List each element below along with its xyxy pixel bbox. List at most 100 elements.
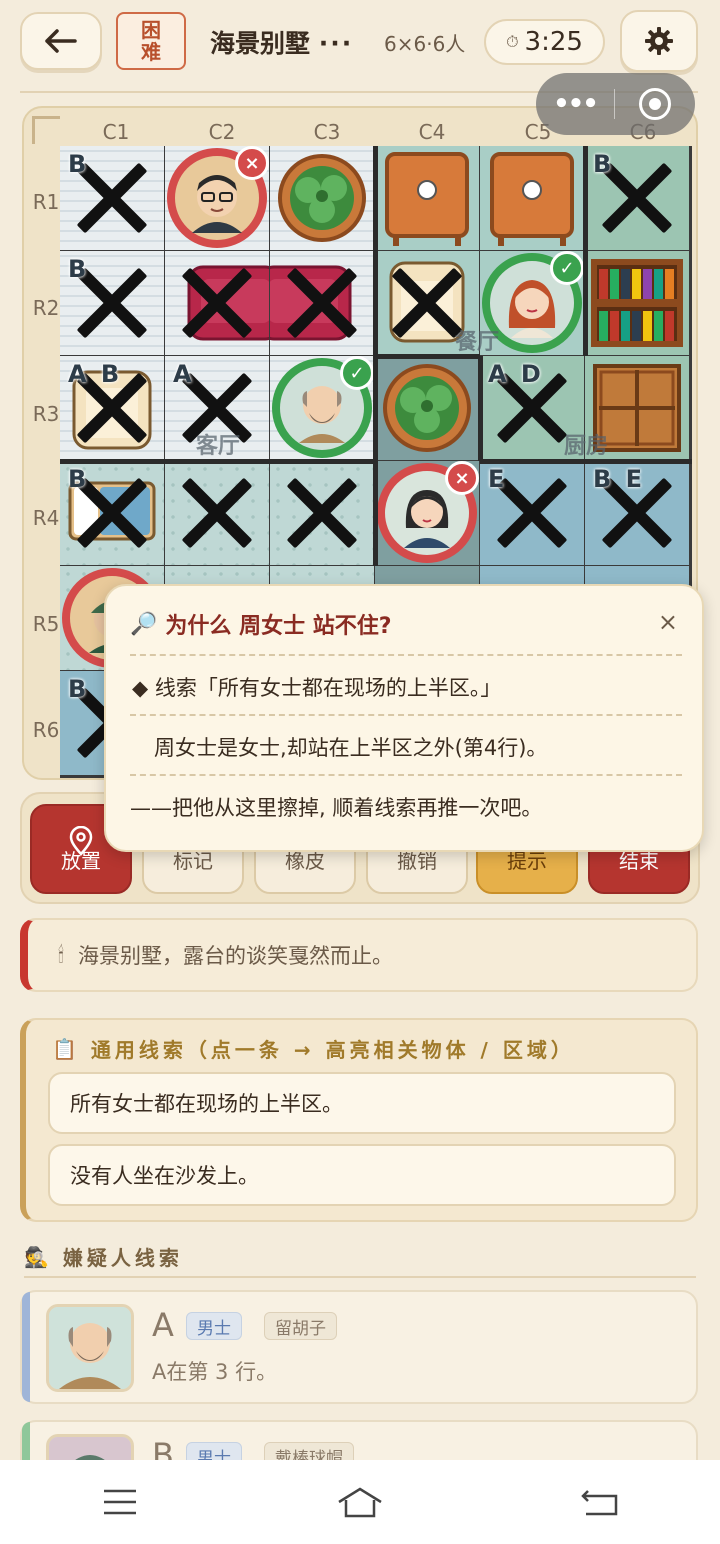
col-label-c1: C1 (102, 120, 130, 144)
cross-mark (284, 265, 360, 341)
cell-r3c4[interactable] (375, 356, 479, 460)
cell-r2c6[interactable] (585, 251, 689, 355)
more-options-icon[interactable]: ••• (536, 89, 614, 119)
title-more: ··· (318, 29, 354, 58)
suspect-clue: A在第 3 行。 (152, 1360, 278, 1384)
map-pin-icon (69, 826, 93, 856)
cell-r2c1[interactable]: B (60, 251, 164, 355)
divider (130, 774, 682, 776)
candle-icon: 🕯 (58, 942, 64, 967)
home-icon[interactable] (330, 1482, 390, 1522)
page-title: 海景别墅 ··· (210, 24, 353, 60)
row-label-r3: R3 (32, 402, 60, 426)
cell-r2c2[interactable] (165, 251, 269, 355)
cell-r1c4[interactable] (375, 146, 479, 250)
col-label-c3: C3 (313, 120, 341, 144)
difficulty-line-2: 难 (141, 40, 161, 64)
cell-r1c1[interactable]: B (60, 146, 164, 250)
bald-man-beard-portrait-icon (49, 1307, 131, 1389)
title-text: 海景别墅 (210, 29, 311, 58)
board-corner (32, 116, 60, 144)
magnifier-icon: 🔎 (130, 611, 158, 637)
cell-tags: E (488, 465, 508, 493)
hint-popup: 🔎 为什么 周女士 站不住? × ◆ 线索「所有女士都在现场的上半区。」 周女士… (104, 584, 704, 852)
cell-tags: B (68, 150, 90, 178)
cell-r1c3[interactable] (270, 146, 374, 250)
cell-r4c5[interactable]: E (480, 461, 584, 565)
room-label-dining: 餐厅 (455, 330, 500, 355)
stopwatch-icon: ⏱ (506, 32, 519, 51)
cell-tags: B E (593, 465, 646, 493)
wrong-badge: × (445, 461, 479, 495)
timer-value: 3:25 (524, 27, 583, 57)
cell-r4c3[interactable] (270, 461, 374, 565)
divider (24, 1276, 696, 1278)
cell-tags: A B (68, 360, 123, 388)
cell-tags: B (68, 675, 90, 703)
puzzle-size: 6×6·6人 (384, 32, 466, 56)
cell-r3c3[interactable]: ✓ (270, 356, 374, 460)
cell-r4c4[interactable]: × (375, 461, 479, 565)
suspect-letter: A (152, 1306, 174, 1344)
cell-r2c3[interactable] (270, 251, 374, 355)
popup-title: 🔎 为什么 周女士 站不住? (130, 608, 392, 640)
cross-mark (389, 265, 465, 341)
plant-icon (383, 364, 471, 452)
cross-mark (179, 265, 255, 341)
detective-icon: 🕵 (24, 1244, 53, 1269)
trait-tag: 留胡子 (264, 1312, 337, 1340)
story-banner: 🕯 海景别墅，露台的谈笑戛然而止。 (20, 918, 698, 992)
close-icon[interactable]: × (658, 608, 678, 636)
popup-title-text: 为什么 周女士 站不住? (165, 614, 392, 639)
suspect-clues-heading: 🕵 嫌疑人线索 (24, 1242, 183, 1271)
cell-r3c1[interactable]: A B (60, 356, 164, 460)
cell-r1c2[interactable]: × (165, 146, 269, 250)
cell-tags: B (593, 150, 615, 178)
plant-icon (278, 154, 366, 242)
col-label-c4: C4 (418, 120, 446, 144)
row-label-r6: R6 (32, 718, 60, 742)
wrong-badge: × (235, 146, 269, 180)
cell-r4c2[interactable] (165, 461, 269, 565)
bookshelf-icon (591, 259, 683, 347)
system-nav-bar (0, 1460, 720, 1544)
general-clue-item[interactable]: 所有女士都在现场的上半区。 (48, 1072, 676, 1134)
room-label-kitchen: 厨房 (564, 434, 609, 459)
difficulty-badge: 困 难 (116, 12, 186, 70)
difficulty-line-1: 困 (141, 18, 161, 42)
suspect-card-a[interactable]: A 男士 留胡子 A在第 3 行。 (20, 1290, 698, 1404)
row-label-r2: R2 (32, 296, 60, 320)
cross-mark (284, 475, 360, 551)
settings-button[interactable] (620, 10, 698, 72)
cell-r1c5[interactable] (480, 146, 584, 250)
general-clues-heading: 📋 通用线索（点一条 → 高亮相关物体 / 区域） (52, 1034, 575, 1063)
gear-icon (645, 27, 673, 55)
row-label-r4: R4 (32, 506, 60, 530)
gender-tag: 男士 (186, 1312, 242, 1340)
room-label-living: 客厅 (196, 434, 241, 459)
close-miniprogram-icon[interactable] (615, 88, 694, 120)
arrow-left-icon (45, 29, 77, 53)
back-nav-icon[interactable] (570, 1482, 630, 1522)
room-border (478, 356, 483, 461)
avatar (46, 1304, 134, 1392)
cell-r4c6[interactable]: B E (585, 461, 689, 565)
divider (130, 654, 682, 656)
room-border (60, 459, 375, 464)
back-button[interactable] (20, 12, 102, 70)
story-text: 海景别墅，露台的谈笑戛然而止。 (77, 944, 393, 968)
cell-r4c1[interactable]: B (60, 461, 164, 565)
miniprogram-capsule: ••• (536, 73, 695, 135)
row-label-r5: R5 (32, 612, 60, 636)
cell-tags: A (173, 360, 195, 388)
popup-reason-line: 周女士是女士,却站在上半区之外(第4行)。 (154, 736, 548, 760)
row-label-r1: R1 (32, 190, 60, 214)
menu-icon[interactable] (90, 1482, 150, 1522)
cross-mark (179, 475, 255, 551)
cell-tags: B (68, 255, 90, 283)
cell-tags: A D (488, 360, 544, 388)
cell-r1c6[interactable]: B (585, 146, 689, 250)
clue-text: 所有女士都在现场的上半区。 (70, 1092, 343, 1116)
general-clue-item[interactable]: 没有人坐在沙发上。 (48, 1144, 676, 1206)
col-label-c2: C2 (208, 120, 236, 144)
